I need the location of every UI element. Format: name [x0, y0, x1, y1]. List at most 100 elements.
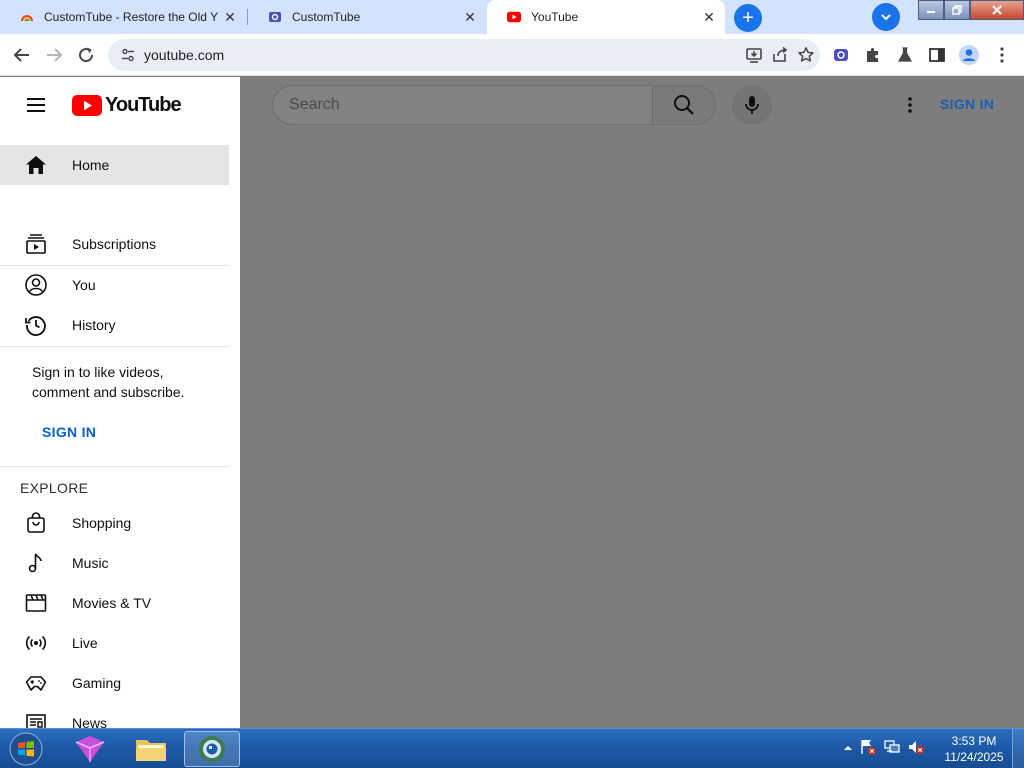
music-note-icon: [28, 553, 42, 573]
guide-item-label: Home: [72, 157, 110, 173]
share-icon[interactable]: [768, 43, 792, 67]
subscriptions-icon: [26, 234, 46, 254]
search-placeholder: Search: [289, 96, 340, 113]
taskbar-app-paint[interactable]: [62, 731, 118, 767]
youtube-logo[interactable]: YouTube: [72, 93, 182, 117]
microphone-icon: [745, 96, 759, 114]
action-center-icon[interactable]: [859, 738, 877, 761]
tab-title: CustomTube: [292, 10, 361, 24]
start-button[interactable]: [6, 730, 46, 768]
chrome-menu-button[interactable]: [990, 43, 1014, 67]
guide-sidebar: YouTube Home Subscriptions You History S…: [0, 77, 240, 728]
guide-item-movies[interactable]: Movies & TV: [0, 583, 229, 623]
site-settings-icon[interactable]: [120, 47, 136, 63]
guide-item-subscriptions[interactable]: Subscriptions: [0, 224, 229, 264]
paint-app-icon: [75, 736, 105, 762]
rainbow-icon: [20, 10, 34, 24]
address-bar[interactable]: youtube.com: [108, 39, 820, 71]
sidebar-signin-button[interactable]: SIGN IN: [42, 424, 96, 440]
settings-more-button[interactable]: [898, 93, 922, 117]
tab-search-button[interactable]: [872, 3, 900, 31]
guide-divider: [0, 466, 229, 467]
arrow-right-icon: [47, 48, 63, 62]
close-icon[interactable]: ✕: [462, 9, 478, 25]
new-tab-button[interactable]: +: [734, 4, 762, 32]
guide-item-shopping[interactable]: Shopping: [0, 503, 229, 543]
windows-orb-icon: [9, 732, 43, 766]
tab-customtube-restore[interactable]: CustomTube - Restore the Old Y ✕: [0, 0, 246, 34]
windows-taskbar: 3:53 PM 11/24/2025: [0, 728, 1024, 768]
tab-title: YouTube: [531, 10, 579, 24]
close-icon[interactable]: ✕: [222, 9, 238, 25]
guide-item-history[interactable]: History: [0, 305, 229, 345]
plus-icon: +: [742, 7, 754, 29]
system-tray: [843, 737, 925, 761]
shopping-bag-icon: [27, 512, 45, 533]
network-icon[interactable]: [883, 738, 901, 761]
guide-item-you[interactable]: You: [0, 265, 229, 305]
profile-avatar[interactable]: [957, 43, 981, 67]
guide-item-live[interactable]: Live: [0, 623, 229, 663]
restore-icon: [952, 5, 962, 15]
tab-youtube[interactable]: YouTube ✕: [487, 0, 725, 34]
signin-prompt: Sign in to like videos, comment and subs…: [32, 364, 185, 400]
show-desktop-button[interactable]: [1012, 729, 1024, 768]
tab-strip: CustomTube - Restore the Old Y ✕ CustomT…: [0, 0, 1024, 34]
guide-item-label: Gaming: [72, 675, 122, 691]
hamburger-menu-icon: [27, 98, 45, 112]
install-app-icon[interactable]: [742, 43, 766, 67]
close-window-button[interactable]: [970, 0, 1024, 20]
gamepad-icon: [25, 676, 47, 691]
voice-search-button[interactable]: [732, 85, 772, 125]
minimize-button[interactable]: [918, 0, 944, 20]
masthead-signin-button[interactable]: SIGN IN: [940, 96, 994, 112]
logo-text: YouTube: [105, 93, 182, 116]
minimize-icon: [927, 11, 935, 13]
page-content-overlay: Search SIGN IN: [240, 77, 1024, 728]
guide-item-home[interactable]: Home: [0, 145, 229, 185]
reload-icon: [79, 47, 94, 63]
guide-menu-button[interactable]: [24, 95, 48, 115]
search-input[interactable]: Search: [272, 85, 652, 125]
search-button[interactable]: [652, 85, 716, 125]
browser-app-icon: [199, 736, 225, 762]
taskbar-app-chrome[interactable]: [184, 731, 240, 767]
guide-item-label: Live: [72, 635, 98, 651]
volume-muted-icon[interactable]: [907, 738, 925, 761]
extensions-puzzle-icon[interactable]: [861, 43, 885, 67]
bookmark-star-icon[interactable]: [794, 43, 818, 67]
customtube-icon: [268, 10, 282, 24]
guide-divider: [0, 346, 229, 347]
show-hidden-icons-button[interactable]: [843, 740, 853, 758]
guide-item-gaming[interactable]: Gaming: [0, 663, 229, 703]
restore-button[interactable]: [944, 0, 970, 20]
masthead-start: YouTube: [0, 77, 240, 133]
tab-customtube[interactable]: CustomTube ✕: [248, 0, 486, 34]
browser-toolbar: youtube.com: [0, 34, 1024, 76]
guide-item-label: Subscriptions: [72, 236, 157, 252]
labs-flask-icon[interactable]: [893, 43, 917, 67]
reload-button[interactable]: [74, 43, 98, 67]
guide-item-label: You: [72, 277, 96, 293]
chevron-down-icon: [881, 14, 891, 21]
guide-item-news[interactable]: News: [0, 703, 229, 728]
close-icon[interactable]: ✕: [701, 9, 717, 25]
account-icon: [959, 45, 979, 65]
guide-item-music[interactable]: Music: [0, 543, 229, 583]
customtube-extension-icon[interactable]: [829, 43, 853, 67]
folder-icon: [136, 740, 166, 761]
clock-date: 11/24/2025: [944, 750, 1004, 764]
url-text: youtube.com: [144, 47, 225, 63]
taskbar-clock[interactable]: 3:53 PM 11/24/2025: [940, 733, 1008, 765]
taskbar-app-explorer[interactable]: [123, 731, 179, 767]
guide-item-label: Shopping: [72, 515, 132, 531]
youtube-play-icon: [72, 94, 102, 116]
guide-item-label: Music: [72, 555, 109, 571]
guide-item-label: Movies & TV: [72, 595, 152, 611]
history-icon: [25, 316, 46, 336]
account-icon: [25, 274, 47, 296]
back-button[interactable]: [10, 43, 34, 67]
side-panel-icon[interactable]: [925, 43, 949, 67]
window-controls: [918, 0, 1024, 20]
forward-button[interactable]: [42, 43, 66, 67]
